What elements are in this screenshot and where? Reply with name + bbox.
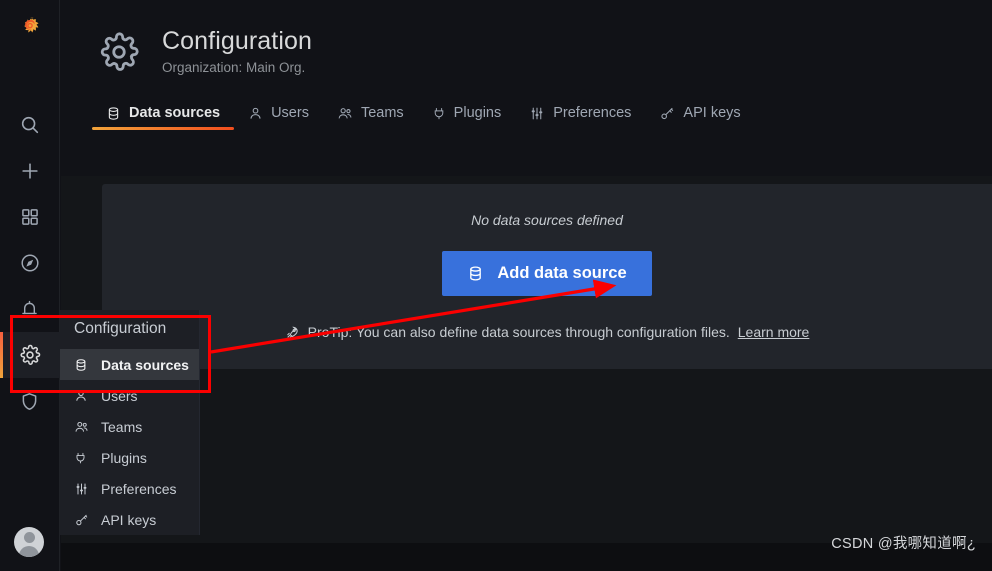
- rail-item-explore[interactable]: [0, 240, 60, 286]
- rail-item-server-admin[interactable]: [0, 378, 60, 424]
- tab-preferences[interactable]: Preferences: [515, 105, 645, 130]
- page-container: Configuration Organization: Main Org. Da…: [61, 0, 992, 571]
- key-icon: [74, 513, 90, 527]
- tab-api-keys[interactable]: API keys: [645, 105, 754, 130]
- dropdown-item-label: Plugins: [101, 449, 147, 466]
- plus-icon: [19, 160, 41, 182]
- page-header-text: Configuration Organization: Main Org.: [162, 26, 312, 75]
- plug-icon: [432, 106, 446, 121]
- rail-item-create[interactable]: [0, 148, 60, 194]
- learn-more-link[interactable]: Learn more: [738, 324, 810, 340]
- tab-data-sources[interactable]: Data sources: [92, 105, 235, 130]
- users-icon: [74, 420, 90, 434]
- rail-item-configuration[interactable]: [0, 332, 60, 378]
- plug-icon: [74, 451, 90, 465]
- add-data-source-label: Add data source: [497, 264, 627, 282]
- rocket-icon: [285, 325, 300, 340]
- page-title: Configuration: [162, 27, 313, 55]
- tab-label: Preferences: [553, 105, 632, 121]
- gear-icon: [93, 26, 145, 78]
- tab-bar: Data sources Users Teams Plugins Prefere…: [92, 94, 992, 130]
- left-nav-rail: [0, 0, 60, 571]
- add-button-row: Add data source: [102, 251, 992, 296]
- protip-row: ProTip: You can also define data sources…: [102, 324, 992, 340]
- dropdown-item-label: Preferences: [101, 480, 177, 497]
- dropdown-item-label: API keys: [101, 511, 157, 528]
- tab-label: Teams: [360, 105, 404, 121]
- sliders-icon: [529, 106, 545, 121]
- grafana-logo-icon[interactable]: [12, 12, 48, 48]
- dropdown-item-label: Users: [101, 387, 138, 404]
- tab-users[interactable]: Users: [234, 105, 323, 130]
- configuration-dropdown-menu: Configuration Data sources Users Teams P…: [60, 310, 200, 535]
- rail-item-search[interactable]: [0, 102, 60, 148]
- database-icon: [106, 106, 121, 121]
- tab-label: API keys: [683, 105, 741, 121]
- dropdown-item-plugins[interactable]: Plugins: [60, 442, 199, 473]
- dashboards-icon: [20, 207, 40, 227]
- key-icon: [659, 106, 675, 121]
- empty-state-message: No data sources defined: [471, 212, 623, 228]
- grafana-configuration-page: Configuration Organization: Main Org. Da…: [0, 0, 992, 571]
- page-subtitle: Organization: Main Org.: [162, 60, 306, 75]
- dropdown-item-api-keys[interactable]: API keys: [60, 504, 199, 535]
- rail-item-list: [0, 102, 60, 424]
- tab-plugins[interactable]: Plugins: [418, 105, 516, 130]
- dropdown-item-teams[interactable]: Teams: [60, 411, 199, 442]
- dropdown-title: Configuration: [74, 320, 167, 337]
- user-icon: [248, 106, 263, 121]
- shield-icon: [19, 391, 40, 412]
- data-sources-panel: No data sources defined Add data source: [102, 184, 992, 369]
- gear-icon: [19, 344, 41, 366]
- user-icon: [74, 389, 90, 403]
- tab-label: Plugins: [453, 105, 502, 121]
- rail-item-dashboards[interactable]: [0, 194, 60, 240]
- dropdown-item-label: Data sources: [101, 356, 189, 373]
- dropdown-item-users[interactable]: Users: [60, 380, 199, 411]
- bell-icon: [19, 299, 40, 320]
- page-header: Configuration Organization: Main Org.: [61, 0, 992, 78]
- tab-teams[interactable]: Teams: [323, 105, 418, 130]
- search-icon: [19, 114, 41, 136]
- database-icon: [467, 265, 484, 282]
- sliders-icon: [74, 482, 90, 496]
- database-icon: [74, 358, 90, 372]
- dropdown-item-data-sources[interactable]: Data sources: [60, 349, 199, 380]
- users-icon: [337, 106, 353, 121]
- dropdown-item-preferences[interactable]: Preferences: [60, 473, 199, 504]
- avatar-body: [19, 546, 39, 557]
- watermark-text: CSDN @我哪知道啊¿: [831, 536, 976, 552]
- add-data-source-button[interactable]: Add data source: [442, 251, 652, 296]
- content-area: No data sources defined Add data source: [61, 176, 992, 571]
- user-avatar[interactable]: [14, 527, 44, 557]
- rail-item-alerting[interactable]: [0, 286, 60, 332]
- dropdown-item-label: Teams: [101, 418, 143, 435]
- compass-icon: [19, 252, 41, 274]
- tab-label: Data sources: [129, 105, 221, 121]
- protip-text: ProTip: You can also define data sources…: [307, 324, 730, 340]
- tab-label: Users: [271, 105, 309, 121]
- avatar-head: [23, 532, 35, 543]
